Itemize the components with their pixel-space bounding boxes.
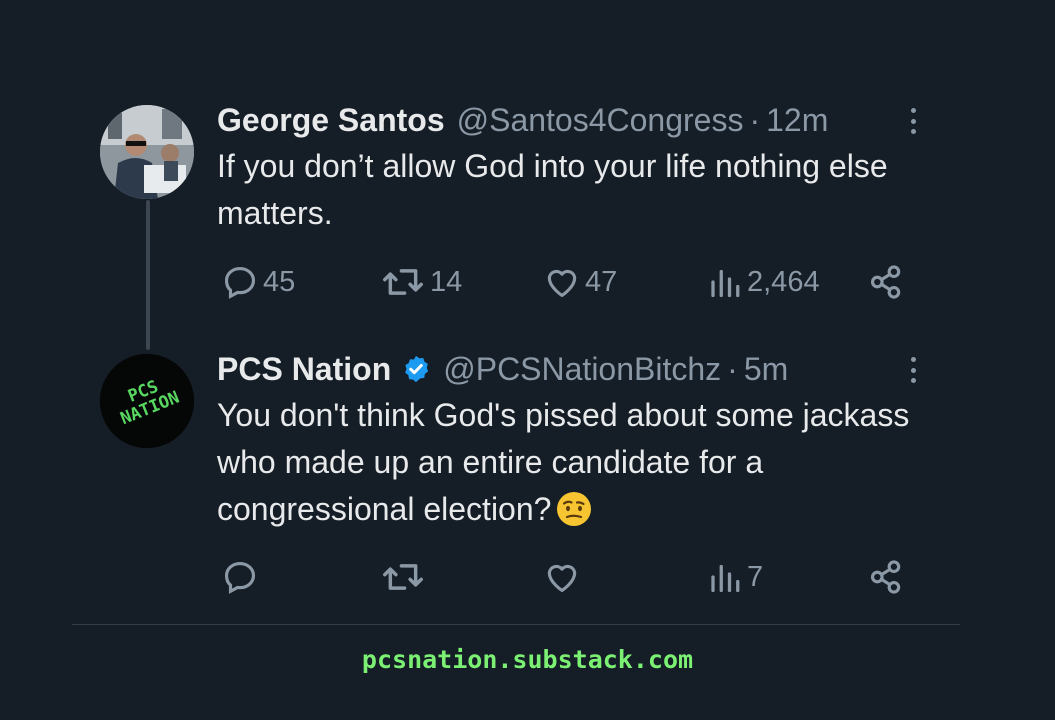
tweet-text: If you don’t allow God into your life no… [217,148,888,231]
views-icon [711,269,740,298]
pcs-nation-logo: PCS NATION [100,354,194,448]
retweet-count: 14 [430,265,463,298]
reply-icon [224,561,256,594]
author-handle[interactable]: @PCSNationBitchz [443,351,721,388]
timestamp[interactable]: 5m [744,351,788,388]
views-count: 7 [747,560,764,593]
separator-dot: · [749,101,761,138]
more-icon[interactable] [901,353,925,387]
tweet-pcs-nation[interactable]: PCS Nation @PCSNationBitchz · 5m You don… [217,347,937,533]
views-icon [711,564,740,593]
like-icon [547,269,577,298]
share-button[interactable] [867,557,905,597]
tweet-header: PCS Nation @PCSNationBitchz · 5m [217,347,937,391]
author-handle[interactable]: @Santos4Congress [457,102,744,139]
retweet-button[interactable]: 14 [380,262,462,302]
avatar-george-santos[interactable] [100,105,194,199]
like-button[interactable] [543,557,585,597]
avatar-pcs-nation[interactable]: PCS NATION [100,354,194,448]
retweet-icon [383,564,423,590]
footer-url[interactable]: pcsnation.substack.com [0,645,1055,674]
reply-icon [224,266,256,299]
more-icon[interactable] [901,104,925,138]
reply-count: 45 [263,265,296,298]
like-button[interactable]: 47 [543,262,617,302]
reply-button[interactable]: 45 [221,262,295,302]
share-icon [870,560,901,594]
like-icon [547,564,577,593]
separator-dot: · [727,350,738,387]
views-button[interactable]: 2,464 [707,262,820,302]
avatar-photo [100,105,194,199]
raised-eyebrow-emoji [555,490,593,528]
author-name[interactable]: George Santos [217,102,445,139]
tweet-header: George Santos @Santos4Congress · 12m [217,98,937,142]
reply-button[interactable] [221,557,263,597]
verified-badge-icon [401,354,431,384]
retweet-button[interactable] [380,557,430,597]
tweet-george-santos[interactable]: George Santos @Santos4Congress · 12m If … [217,98,937,237]
views-count: 2,464 [747,265,820,298]
timestamp[interactable]: 12m [766,102,828,139]
divider [72,624,960,625]
tweet-text: You don't think God's pissed about some … [217,392,937,533]
like-count: 47 [585,265,618,298]
retweet-icon [383,269,423,295]
share-button[interactable] [867,262,905,302]
views-button[interactable]: 7 [707,557,763,597]
share-icon [870,265,901,299]
author-name[interactable]: PCS Nation [217,351,391,388]
thread-connector-line [146,200,150,350]
